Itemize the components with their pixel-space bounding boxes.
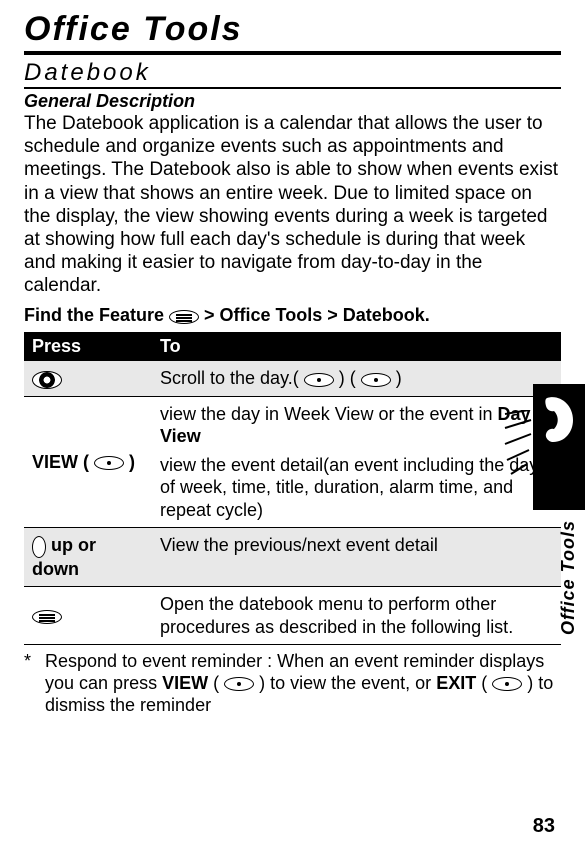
exit-label: EXIT [436, 673, 476, 693]
to-cell: view the day in Week View or the event i… [152, 396, 561, 528]
find-feature-path: > Office Tools > Datebook. [199, 305, 430, 325]
header-to: To [152, 332, 561, 361]
find-feature-label: Find the Feature [24, 305, 164, 325]
menu-icon [32, 610, 62, 624]
table-row: Scroll to the day.( ) ( ) [24, 361, 561, 396]
softkey-icon [94, 456, 124, 470]
nav-wheel-icon [32, 371, 62, 389]
table-row: up or down View the previous/next event … [24, 528, 561, 587]
find-feature-line: Find the Feature > Office Tools > Datebo… [24, 305, 561, 326]
softkey-icon [224, 677, 254, 691]
subsection-title: General Description [24, 91, 561, 112]
text: ( [208, 673, 224, 693]
softkey-right-icon [361, 373, 391, 387]
to-cell: Open the datebook menu to perform other … [152, 587, 561, 645]
footnote-text: Respond to event reminder : When an even… [45, 651, 561, 717]
text: ) to view the event, or [254, 673, 436, 693]
softkey-left-icon [304, 373, 334, 387]
page-number: 83 [533, 815, 555, 838]
to-cell: View the previous/next event detail [152, 528, 561, 587]
footnote: * Respond to event reminder : When an ev… [24, 651, 561, 717]
press-cell: up or down [24, 528, 152, 587]
footnote-marker: * [24, 651, 31, 717]
description-text: The Datebook application is a calendar t… [24, 112, 561, 297]
table-header-row: Press To [24, 332, 561, 361]
text: view the day in Week View or the event i… [160, 404, 498, 424]
header-press: Press [24, 332, 152, 361]
table-row: VIEW ( ) view the day in Week View or th… [24, 396, 561, 528]
scroll-updown-icon [32, 536, 46, 558]
table-row: Open the datebook menu to perform other … [24, 587, 561, 645]
press-cell [24, 361, 152, 396]
view-label-post: ) [124, 452, 135, 472]
chapter-title: Office Tools [24, 10, 561, 55]
text: ( [476, 673, 492, 693]
press-cell [24, 587, 152, 645]
section-title: Datebook [24, 59, 561, 89]
motion-lines-icon [503, 410, 533, 480]
side-section-label: Office Tools [558, 520, 579, 635]
text: ) ( [334, 368, 361, 388]
side-tab [533, 384, 585, 510]
text: view the event detail(an event including… [160, 455, 538, 520]
actions-table: Press To Scroll to the day.( ) ( ) VIEW … [24, 332, 561, 645]
to-cell: Scroll to the day.( ) ( ) [152, 361, 561, 396]
phone-handset-icon [539, 392, 579, 448]
menu-icon [169, 310, 199, 324]
text: ) [391, 368, 402, 388]
view-label: VIEW [162, 673, 208, 693]
press-cell: VIEW ( ) [24, 396, 152, 528]
softkey-icon [492, 677, 522, 691]
text: Scroll to the day.( [160, 368, 304, 388]
view-label-pre: VIEW ( [32, 452, 94, 472]
